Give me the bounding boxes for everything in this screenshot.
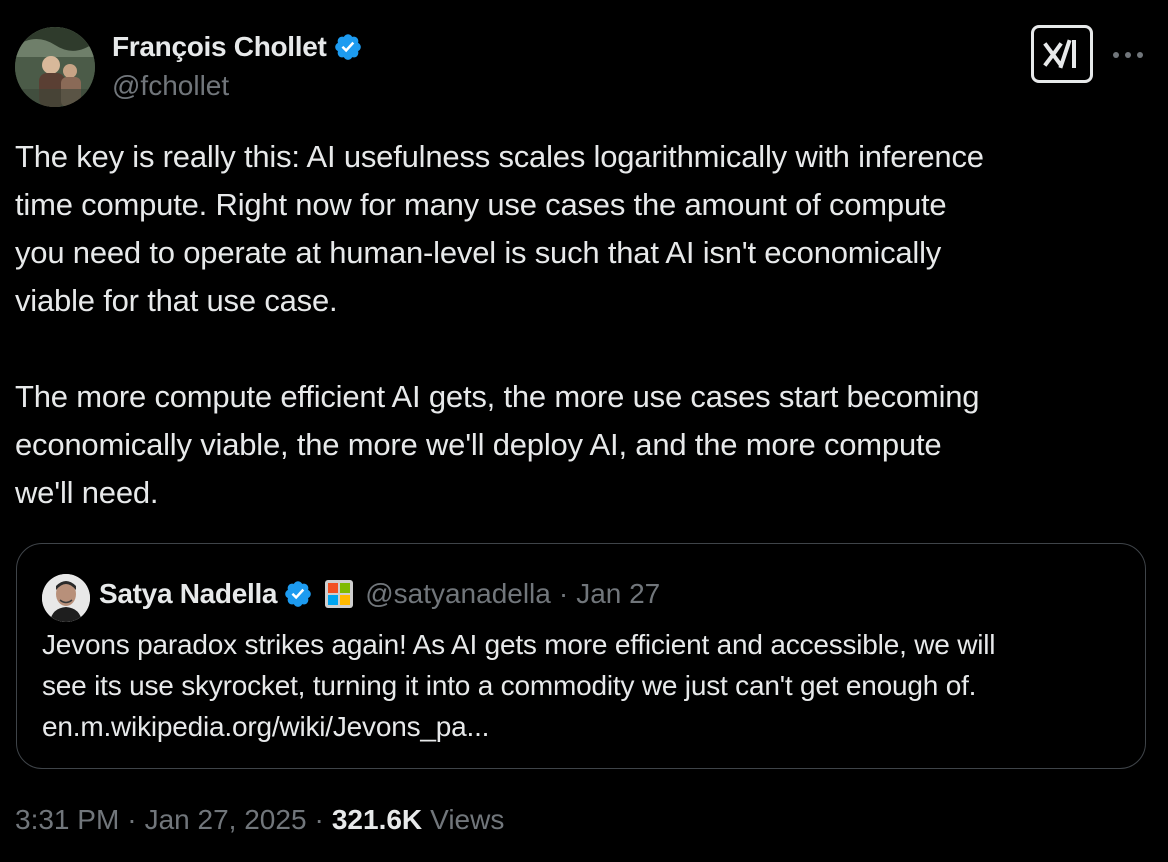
tweet-text-line: time compute. Right now for many use cas… — [15, 187, 947, 222]
tweet-time[interactable]: 3:31 PM — [15, 804, 119, 836]
quoted-tweet-text: Jevons paradox strikes again! As AI gets… — [42, 624, 995, 747]
more-options-button[interactable] — [1108, 38, 1148, 72]
more-horizontal-icon — [1113, 52, 1143, 58]
separator-dot: · — [314, 804, 324, 835]
quoted-text-line: see its use skyrocket, turning it into a… — [42, 670, 977, 701]
tweet-text-line: you need to operate at human-level is su… — [15, 235, 942, 270]
quoted-author-handle[interactable]: @satyanadella — [365, 578, 551, 610]
views-count[interactable]: 321.6K — [332, 804, 422, 836]
author-handle[interactable]: @fchollet — [112, 70, 229, 102]
tweet-text-line: viable for that use case. — [15, 283, 338, 318]
tweet-text-line: The key is really this: AI usefulness sc… — [15, 139, 984, 174]
microsoft-logo-icon[interactable] — [325, 580, 354, 608]
quoted-tweet-date[interactable]: Jan 27 — [576, 578, 660, 610]
grok-icon — [1043, 39, 1076, 69]
separator-dot: · — [558, 578, 569, 609]
tweet-date[interactable]: Jan 27, 2025 — [145, 804, 307, 836]
author-avatar[interactable] — [15, 27, 95, 107]
quoted-link[interactable]: en.m.wikipedia.org/wiki/Jevons_pa... — [42, 706, 995, 747]
quoted-text-line: Jevons paradox strikes again! As AI gets… — [42, 629, 996, 660]
tweet-text-line: economically viable, the more we'll depl… — [15, 427, 942, 462]
separator-dot: · — [127, 804, 137, 835]
tweet-metadata: 3:31 PM · Jan 27, 2025 · 321.6K Views — [15, 804, 504, 836]
quoted-tweet-header: Satya Nadella @satyanadella · Jan 27 — [99, 576, 660, 612]
tweet-text-line: we'll need. — [15, 475, 159, 510]
views-label: Views — [430, 804, 505, 835]
verified-badge-icon[interactable] — [333, 32, 363, 62]
quoted-author-avatar[interactable] — [42, 574, 90, 622]
tweet-text: The key is really this: AI usefulness sc… — [15, 133, 1150, 517]
grok-button[interactable] — [1031, 25, 1093, 83]
tweet: François Chollet @fchollet The key is re… — [0, 0, 1168, 862]
quoted-author-display-name[interactable]: Satya Nadella — [99, 578, 278, 610]
author-display-name[interactable]: François Chollet — [112, 31, 327, 63]
tweet-text-line: The more compute efficient AI gets, the … — [15, 379, 980, 414]
verified-badge-icon[interactable] — [283, 579, 313, 609]
quoted-tweet-card[interactable]: Satya Nadella @satyanadella · Jan 27 Jev… — [16, 543, 1146, 769]
author-name-row: François Chollet — [112, 30, 363, 64]
